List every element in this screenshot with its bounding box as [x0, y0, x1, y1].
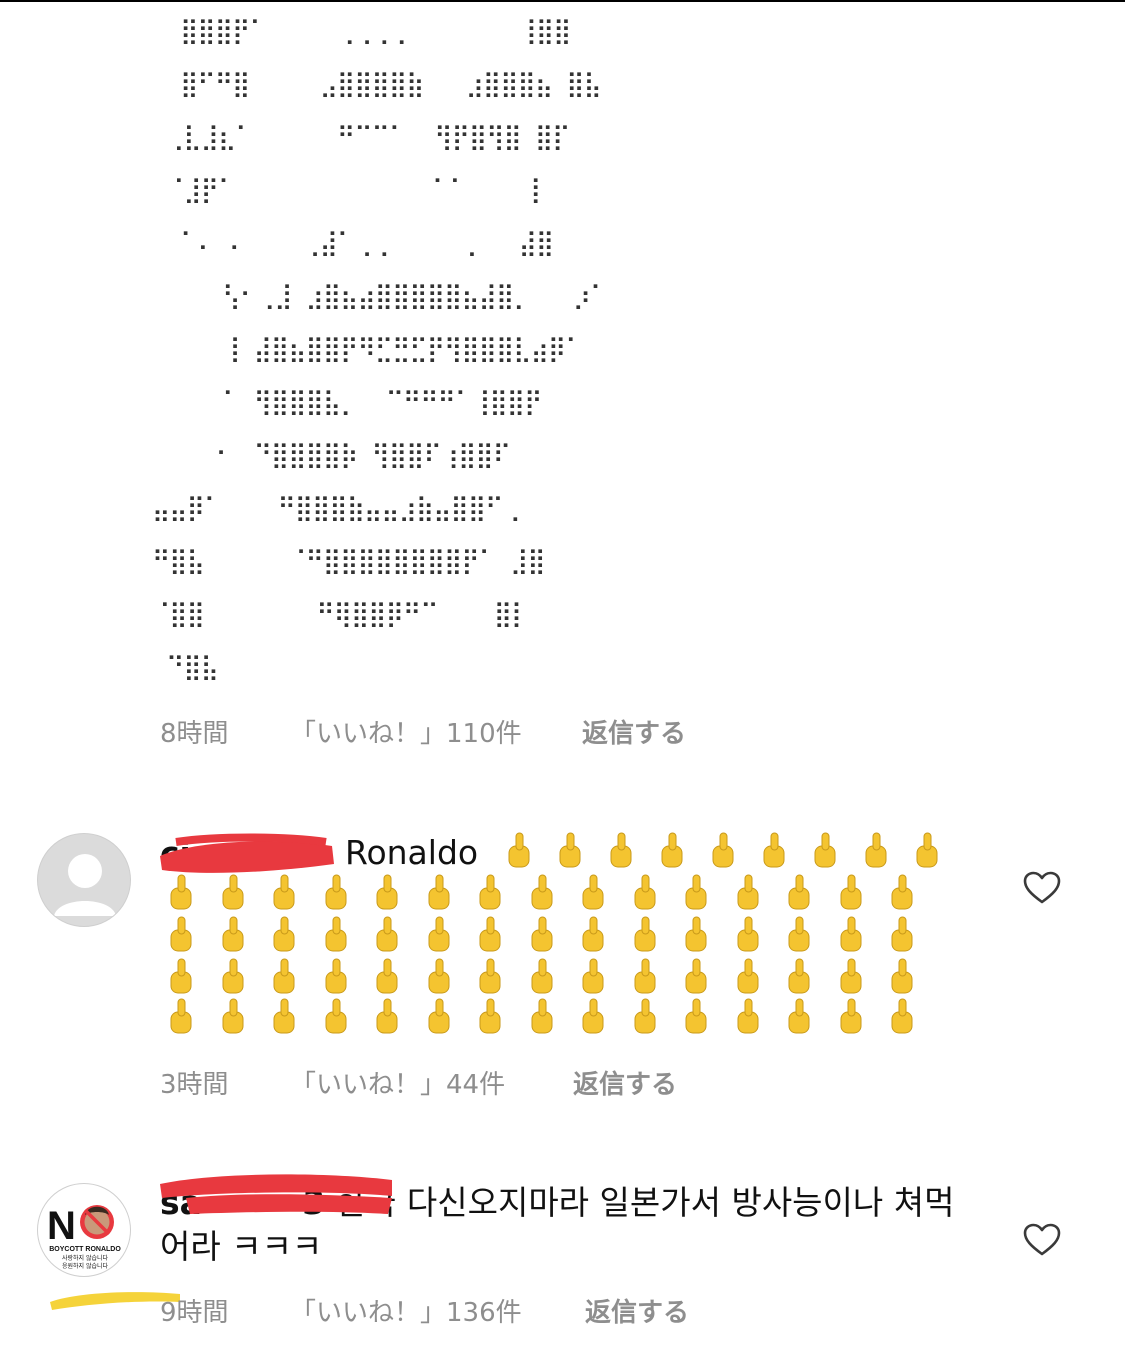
reply-button[interactable]: 返信する [585, 1292, 689, 1329]
middle-finger-emoji [376, 874, 398, 910]
middle-finger-emoji [170, 916, 192, 952]
middle-finger-emoji [634, 874, 655, 910]
default-user-icon[interactable] [37, 833, 131, 927]
middle-finger-emoji [170, 998, 192, 1034]
middle-finger-emoji [610, 832, 632, 868]
badge-line-2: 사랑하지 않습니다 [62, 1254, 109, 1262]
middle-finger-emoji [788, 916, 810, 952]
middle-finger-emoji [531, 958, 552, 994]
badge-letter: N [47, 1204, 76, 1248]
middle-finger-emoji [531, 916, 552, 952]
middle-finger-emoji [737, 958, 758, 994]
middle-finger-emoji [325, 874, 346, 910]
middle-finger-emoji [582, 958, 604, 994]
middle-finger-emoji [840, 998, 861, 1034]
heart-outline-icon[interactable] [1023, 871, 1061, 905]
reply-button[interactable]: 返信する [573, 1064, 677, 1101]
middle-finger-emoji [788, 958, 810, 994]
middle-finger-emoji [865, 832, 887, 868]
badge-line-1: BOYCOTT RONALDO [49, 1246, 121, 1253]
no-boycott-badge-icon[interactable]: N BOYCOTT RONALDO 사랑하지 않습니다 응원하지 않습니다 [37, 1183, 131, 1277]
middle-finger-emoji [916, 832, 938, 868]
middle-finger-emoji-grid [168, 820, 948, 1050]
comment-time: 3時間 [160, 1070, 229, 1100]
middle-finger-emoji [428, 874, 449, 910]
middle-finger-emoji [325, 916, 346, 952]
middle-finger-emoji [737, 916, 758, 952]
middle-finger-emoji [814, 832, 836, 868]
middle-finger-emoji [788, 874, 810, 910]
middle-finger-emoji [428, 916, 449, 952]
middle-finger-emoji [428, 998, 449, 1034]
middle-finger-emoji [685, 998, 707, 1034]
middle-finger-emoji [273, 874, 295, 910]
middle-finger-emoji [840, 958, 861, 994]
middle-finger-emoji [685, 958, 707, 994]
middle-finger-emoji [763, 832, 785, 868]
middle-finger-emoji [273, 958, 295, 994]
heart-outline-icon[interactable] [1023, 1223, 1061, 1257]
middle-finger-emoji [891, 958, 913, 994]
middle-finger-emoji [222, 874, 243, 910]
ascii-art-comment: ⣿⣿⣿⡟⠁ ⢀⢀⢀⢀ ⢸⣿⣿ ⣿⠋⠛⣿ ⣠⣿⣿⣿⣿⣷ ⣰⣿⣿⣿⣦ ⣿⣧ ⢀⣇⣸⣆… [152, 16, 608, 681]
middle-finger-emoji [661, 832, 683, 868]
middle-finger-emoji [559, 832, 581, 868]
comment-likes-count[interactable]: 「いいね！」110件 [290, 713, 522, 750]
middle-finger-emoji [325, 998, 346, 1034]
middle-finger-emoji [582, 916, 604, 952]
middle-finger-emoji [376, 958, 398, 994]
comment-likes-count[interactable]: 「いいね！」136件 [290, 1292, 522, 1329]
middle-finger-emoji [170, 958, 192, 994]
middle-finger-emoji [582, 874, 604, 910]
middle-finger-emoji [737, 874, 758, 910]
comment-likes-count[interactable]: 「いいね！」44件 [290, 1064, 505, 1101]
middle-finger-emoji [531, 874, 552, 910]
middle-finger-emoji [840, 874, 861, 910]
username-redaction [160, 1174, 392, 1214]
middle-finger-emoji [222, 998, 243, 1034]
middle-finger-emoji [376, 916, 398, 952]
middle-finger-emoji [479, 958, 501, 994]
middle-finger-emoji [222, 958, 243, 994]
middle-finger-emoji [685, 916, 707, 952]
middle-finger-emoji [712, 832, 734, 868]
middle-finger-emoji [273, 998, 295, 1034]
middle-finger-emoji [222, 916, 243, 952]
middle-finger-emoji [891, 874, 913, 910]
middle-finger-emoji [685, 874, 707, 910]
middle-finger-emoji [891, 916, 913, 952]
middle-finger-emoji [479, 998, 501, 1034]
middle-finger-emoji [531, 998, 552, 1034]
middle-finger-emoji [737, 998, 758, 1034]
middle-finger-emoji [840, 916, 861, 952]
middle-finger-emoji [788, 998, 810, 1034]
middle-finger-emoji [479, 874, 501, 910]
comment-time: 9時間 [160, 1298, 229, 1328]
middle-finger-emoji [170, 874, 192, 910]
badge-line-3: 응원하지 않습니다 [62, 1262, 109, 1270]
middle-finger-emoji [479, 916, 501, 952]
middle-finger-emoji [428, 958, 449, 994]
middle-finger-emoji [376, 998, 398, 1034]
top-divider [0, 0, 1125, 2]
middle-finger-emoji [508, 832, 530, 868]
middle-finger-emoji [582, 998, 604, 1034]
middle-finger-emoji [634, 958, 655, 994]
middle-finger-emoji [634, 916, 655, 952]
middle-finger-emoji [273, 916, 295, 952]
middle-finger-emoji [891, 998, 913, 1034]
middle-finger-emoji [634, 998, 655, 1034]
middle-finger-emoji [325, 958, 346, 994]
comment-time: 8時間 [160, 719, 229, 749]
reply-button[interactable]: 返信する [582, 713, 686, 750]
